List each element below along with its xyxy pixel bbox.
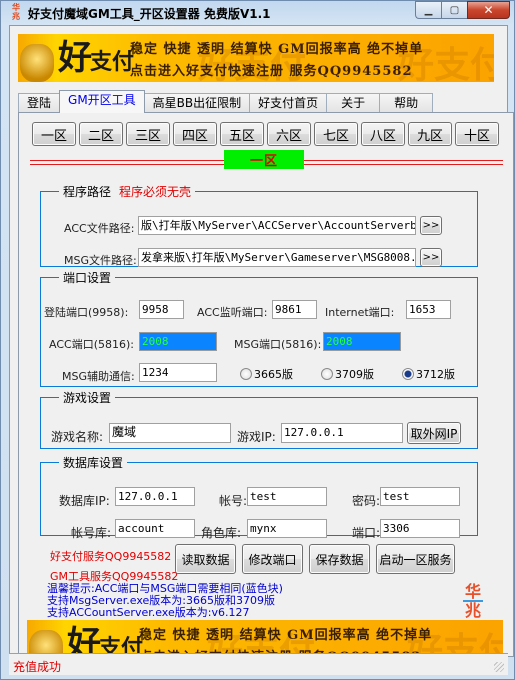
tab-bb-limit[interactable]: 高星BB出征限制 xyxy=(143,93,251,113)
database-settings-group: 数据库设置 数据库IP: 127.0.0.1 帐号: test 密码: test… xyxy=(40,454,478,540)
app-window: 华兆 好支付魔域GM工具_开区设置器 免费版V1.1 ▁ ▢ ✕ 好支付 好支付… xyxy=(0,0,515,680)
login-port-input[interactable]: 9958 xyxy=(139,300,184,319)
acc-listen-port-input[interactable]: 9861 xyxy=(272,300,317,319)
acc-browse-button[interactable]: >> xyxy=(420,216,442,235)
read-data-button[interactable]: 读取数据 xyxy=(175,544,236,574)
msg-port-label: MSG端口(5816): xyxy=(234,338,322,351)
port-settings-group: 端口设置 登陆端口(9958): 9958 ACC监听端口: 9861 Inte… xyxy=(40,269,478,387)
port-settings-legend: 端口设置 xyxy=(63,271,112,285)
acc-listen-port-label: ACC监听端口: xyxy=(197,306,268,319)
gm-tool-panel: 一区 二区 三区 四区 五区 六区 七区 八区 九区 十区 一区 程序路径 程序必… xyxy=(18,112,514,668)
maximize-icon: ▢ xyxy=(449,4,460,16)
version-3712-radio[interactable]: 3712版 xyxy=(402,366,455,382)
acc-path-label: ACC文件路径: xyxy=(64,222,135,235)
banner-slogan: 稳定 快捷 透明 结算快 GM回报率高 绝不掉单 xyxy=(130,42,424,57)
internet-port-input[interactable]: 1653 xyxy=(406,300,451,319)
game-ip-input[interactable]: 127.0.0.1 xyxy=(281,423,403,443)
tab-strip: 登陆 GM开区工具 高星BB出征限制 好支付首页 关于 帮助 xyxy=(18,90,434,113)
payment-service-note: 好支付服务QQ9945582 xyxy=(50,550,172,563)
tip-acc-version: 支持ACCountServer.exe版本为:v6.127 xyxy=(47,606,250,619)
version-3665-radio[interactable]: 3665版 xyxy=(240,366,293,382)
no-shell-warning: 程序必须无壳 xyxy=(119,185,192,199)
msg-path-input[interactable]: 发拿来版\打年版\MyServer\Gameserver\MSG8008.exe xyxy=(138,248,416,267)
game-name-input[interactable]: 魔域 xyxy=(109,423,231,443)
db-user-input[interactable]: test xyxy=(247,487,327,506)
version-3709-radio[interactable]: 3709版 xyxy=(321,366,374,382)
maximize-button[interactable]: ▢ xyxy=(441,1,467,19)
program-path-group: 程序路径 程序必须无壳 ACC文件路径: 版\打年版\MyServer\ACCSe… xyxy=(40,183,478,267)
program-path-legend: 程序路径 程序必须无壳 xyxy=(63,185,192,199)
msg-port-input[interactable]: 2008 xyxy=(323,332,401,351)
radio-unchecked-icon xyxy=(321,368,333,380)
db-user-label: 帐号: xyxy=(219,494,248,508)
tab-help[interactable]: 帮助 xyxy=(379,93,434,113)
tip-port-match: 温馨提示:ACC端口与MSG端口需要相同(蓝色块) xyxy=(47,582,283,595)
acc-port-label: ACC端口(5816): xyxy=(49,338,134,351)
zone-button-9[interactable]: 九区 xyxy=(408,122,452,146)
minimize-button[interactable]: ▁ xyxy=(415,1,441,19)
status-bar: 充值成功 xyxy=(9,653,508,675)
db-ip-label: 数据库IP: xyxy=(59,494,110,508)
zone-button-3[interactable]: 三区 xyxy=(126,122,170,146)
game-name-label: 游戏名称: xyxy=(51,430,104,444)
role-db-label: 角色库: xyxy=(201,526,242,540)
zone-selector: 一区 二区 三区 四区 五区 六区 七区 八区 九区 十区 xyxy=(32,122,499,146)
coins-icon xyxy=(20,44,54,82)
zone-button-2[interactable]: 二区 xyxy=(79,122,123,146)
db-port-input[interactable]: 3306 xyxy=(380,519,460,538)
tab-gm-tool[interactable]: GM开区工具 xyxy=(59,90,145,113)
modify-port-button[interactable]: 修改端口 xyxy=(242,544,303,574)
acc-path-input[interactable]: 版\打年版\MyServer\ACCServer\AccountServerb.… xyxy=(138,216,416,235)
msg-aux-label: MSG辅助通信: xyxy=(62,370,135,383)
status-text: 充值成功 xyxy=(13,660,62,674)
client-area: 好支付 好支付 好支付 稳定 快捷 透明 结算快 GM回报率高 绝不掉单 点击进… xyxy=(9,25,514,673)
radio-unchecked-icon xyxy=(240,368,252,380)
tab-homepage[interactable]: 好支付首页 xyxy=(249,93,328,113)
top-ad-banner[interactable]: 好支付 好支付 好支付 稳定 快捷 透明 结算快 GM回报率高 绝不掉单 点击进… xyxy=(18,34,494,82)
zone-button-10[interactable]: 十区 xyxy=(455,122,499,146)
zone-button-7[interactable]: 七区 xyxy=(314,122,358,146)
tab-login[interactable]: 登陆 xyxy=(18,93,61,113)
radio-checked-icon xyxy=(402,368,414,380)
game-settings-legend: 游戏设置 xyxy=(63,391,112,405)
get-external-ip-button[interactable]: 取外网IP xyxy=(407,422,461,444)
tip-msg-version: 支持MsgServer.exe版本为:3665版和3709版 xyxy=(47,594,275,607)
tab-about[interactable]: 关于 xyxy=(326,93,381,113)
game-ip-label: 游戏IP: xyxy=(237,430,276,444)
current-zone-label: 一区 xyxy=(224,150,304,169)
zone-button-6[interactable]: 六区 xyxy=(267,122,311,146)
msg-browse-button[interactable]: >> xyxy=(420,248,442,267)
save-data-button[interactable]: 保存数据 xyxy=(309,544,370,574)
internet-port-label: Internet端口: xyxy=(325,306,395,319)
role-db-input[interactable]: mynx xyxy=(247,519,327,538)
db-port-label: 端口: xyxy=(352,526,381,540)
db-password-input[interactable]: test xyxy=(380,487,460,506)
zone-button-5[interactable]: 五区 xyxy=(220,122,264,146)
zone-button-8[interactable]: 八区 xyxy=(361,122,405,146)
msg-aux-input[interactable]: 1234 xyxy=(139,363,217,382)
zone-button-1[interactable]: 一区 xyxy=(32,122,76,146)
db-ip-input[interactable]: 127.0.0.1 xyxy=(115,487,195,506)
database-settings-legend: 数据库设置 xyxy=(63,456,124,470)
banner-slogan: 稳定 快捷 透明 结算快 GM回报率高 绝不掉单 xyxy=(139,628,433,643)
minimize-icon: ▁ xyxy=(424,4,433,16)
close-icon: ✕ xyxy=(483,3,494,17)
window-title: 好支付魔域GM工具_开区设置器 免费版V1.1 xyxy=(28,7,271,21)
db-password-label: 密码: xyxy=(352,494,381,508)
acc-port-input[interactable]: 2008 xyxy=(139,332,217,351)
login-port-label: 登陆端口(9958): xyxy=(44,306,129,319)
huazhao-brand-icon: 华兆 xyxy=(463,582,483,620)
account-db-input[interactable]: account xyxy=(115,519,195,538)
zone-button-4[interactable]: 四区 xyxy=(173,122,217,146)
banner-logo: 好支付 xyxy=(58,38,135,78)
huazhao-logo-icon: 华兆 xyxy=(12,3,20,21)
msg-path-label: MSG文件路径: xyxy=(64,254,137,267)
close-button[interactable]: ✕ xyxy=(467,1,510,19)
game-settings-group: 游戏设置 游戏名称: 魔域 游戏IP: 127.0.0.1 取外网IP xyxy=(40,389,478,449)
title-bar[interactable]: 华兆 好支付魔域GM工具_开区设置器 免费版V1.1 ▁ ▢ ✕ xyxy=(1,1,515,25)
start-zone-service-button[interactable]: 启动一区服务 xyxy=(376,544,455,574)
account-db-label: 帐号库: xyxy=(71,526,112,540)
banner-register-link: 点击进入好支付快速注册 服务QQ9945582 xyxy=(130,64,413,79)
resize-grip-icon[interactable] xyxy=(494,662,504,672)
